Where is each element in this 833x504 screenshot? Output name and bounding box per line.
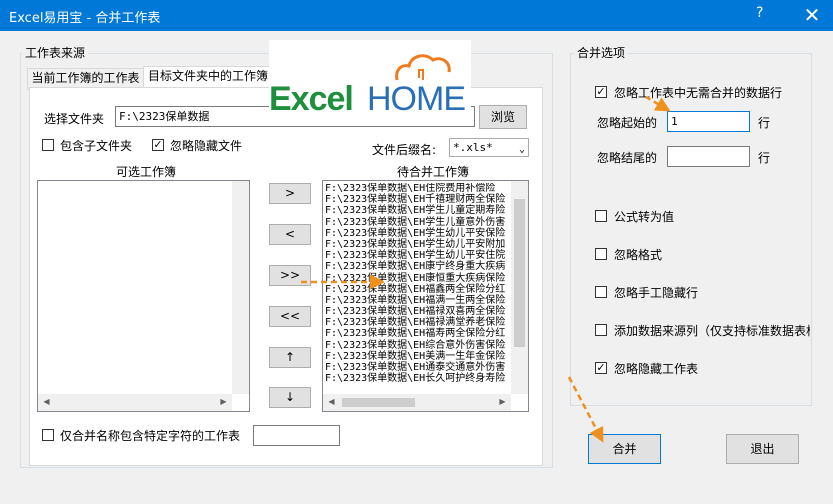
arrow-merge [567, 376, 604, 443]
annotation-arrows [301, 95, 671, 443]
arrow-start-rows [645, 95, 671, 112]
